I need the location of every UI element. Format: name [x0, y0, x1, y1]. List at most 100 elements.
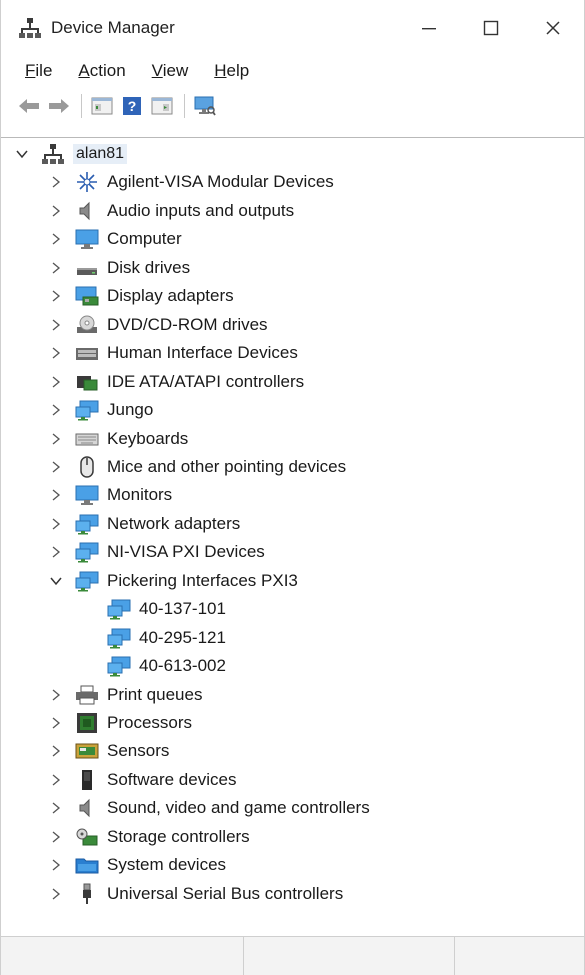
chevron-right-icon[interactable]: [49, 488, 63, 502]
tree-category-audio-inputs-and-outputs[interactable]: Audio inputs and outputs: [49, 197, 294, 225]
menu-action-label: ction: [89, 61, 126, 80]
tree-category-ide-ata-atapi-controllers[interactable]: IDE ATA/ATAPI controllers: [49, 368, 304, 396]
forward-arrow-icon: [49, 99, 69, 113]
chevron-right-icon[interactable]: [49, 887, 63, 901]
system-folder-icon: [75, 854, 99, 876]
hid-icon: [75, 342, 99, 364]
menu-file[interactable]: File: [23, 59, 54, 83]
tree-item-label: Sensors: [107, 741, 170, 761]
properties-icon: [91, 97, 113, 115]
tree-category-dvd-cd-rom-drives[interactable]: DVD/CD-ROM drives: [49, 311, 268, 339]
mouse-icon: [75, 456, 99, 478]
tree-device-40-137-101[interactable]: 40-137-101: [107, 595, 226, 623]
chevron-right-icon[interactable]: [49, 318, 63, 332]
display-adapter-icon: [75, 285, 99, 307]
device-tree: alan81 Agilent-VISA Modular Devices Audio …: [1, 137, 584, 937]
tree-category-jungo[interactable]: Jungo: [49, 396, 153, 424]
tree-category-mice-and-other-pointing-devices[interactable]: Mice and other pointing devices: [49, 453, 346, 481]
tree-category-network-adapters[interactable]: Network adapters: [49, 510, 240, 538]
back-button[interactable]: [17, 94, 41, 118]
tree-device-40-613-002[interactable]: 40-613-002: [107, 652, 226, 680]
device-manager-app-icon: [19, 18, 41, 38]
network-device-icon: [75, 541, 99, 563]
chevron-right-icon[interactable]: [49, 460, 63, 474]
tree-category-pickering-interfaces-pxi3[interactable]: Pickering Interfaces PXI3: [49, 567, 298, 595]
title-bar[interactable]: Device Manager: [1, 0, 584, 56]
software-device-icon: [75, 769, 99, 791]
update-driver-button[interactable]: [150, 94, 174, 118]
menu-help[interactable]: Help: [212, 59, 251, 83]
chevron-right-icon[interactable]: [49, 375, 63, 389]
tree-category-storage-controllers[interactable]: Storage controllers: [49, 823, 250, 851]
tree-item-label: Pickering Interfaces PXI3: [107, 570, 298, 590]
tree-item-label: Universal Serial Bus controllers: [107, 883, 344, 903]
chevron-right-icon[interactable]: [49, 346, 63, 360]
tree-category-sensors[interactable]: Sensors: [49, 737, 169, 765]
chevron-right-icon[interactable]: [49, 403, 63, 417]
menu-help-accel: H: [214, 61, 227, 80]
status-bar: [1, 936, 584, 975]
help-icon: ?: [123, 97, 141, 115]
tree-item-label: Human Interface Devices: [107, 343, 298, 363]
network-device-icon: [107, 627, 131, 649]
sensor-icon: [75, 740, 99, 762]
tree-item-label: Network adapters: [107, 513, 241, 533]
tree-category-monitors[interactable]: Monitors: [49, 481, 172, 509]
toolbar: ?: [1, 86, 584, 126]
network-device-icon: [107, 598, 131, 620]
monitor-icon: [75, 484, 99, 506]
tree-item-label: Jungo: [107, 400, 154, 420]
minimize-icon: [422, 28, 436, 30]
chevron-right-icon[interactable]: [49, 289, 63, 303]
chevron-right-icon[interactable]: [49, 830, 63, 844]
chevron-right-icon[interactable]: [49, 545, 63, 559]
computer-root-icon: [41, 143, 65, 165]
tree-category-human-interface-devices[interactable]: Human Interface Devices: [49, 339, 298, 367]
chevron-right-icon[interactable]: [49, 175, 63, 189]
svg-text:?: ?: [128, 98, 137, 114]
tree-item-label: System devices: [107, 855, 227, 875]
close-button[interactable]: [522, 0, 584, 56]
chevron-right-icon[interactable]: [49, 232, 63, 246]
tree-category-sound-video-and-game-controllers[interactable]: Sound, video and game controllers: [49, 794, 370, 822]
tree-category-disk-drives[interactable]: Disk drives: [49, 254, 190, 282]
chevron-right-icon[interactable]: [49, 858, 63, 872]
chevron-down-icon[interactable]: [49, 574, 63, 588]
monitor-icon: [75, 228, 99, 250]
chevron-right-icon[interactable]: [49, 204, 63, 218]
forward-button[interactable]: [47, 94, 71, 118]
tree-category-universal-serial-bus-controllers[interactable]: Universal Serial Bus controllers: [49, 880, 343, 908]
chevron-right-icon[interactable]: [49, 517, 63, 531]
tree-category-agilent-visa-modular-devices[interactable]: Agilent-VISA Modular Devices: [49, 168, 334, 196]
tree-category-software-devices[interactable]: Software devices: [49, 766, 236, 794]
chevron-right-icon[interactable]: [49, 773, 63, 787]
tree-category-display-adapters[interactable]: Display adapters: [49, 282, 234, 310]
chevron-down-icon[interactable]: [15, 147, 29, 161]
tree-device-40-295-121[interactable]: 40-295-121: [107, 624, 226, 652]
minimize-button[interactable]: [398, 0, 460, 56]
tree-category-keyboards[interactable]: Keyboards: [49, 425, 188, 453]
tree-root-computer[interactable]: alan81: [15, 140, 128, 168]
chevron-right-icon[interactable]: [49, 716, 63, 730]
tree-category-ni-visa-pxi-devices[interactable]: NI-VISA PXI Devices: [49, 538, 265, 566]
properties-button[interactable]: [90, 94, 114, 118]
keyboard-icon: [75, 428, 99, 450]
chevron-right-icon[interactable]: [49, 801, 63, 815]
chevron-right-icon[interactable]: [49, 744, 63, 758]
tree-category-computer[interactable]: Computer: [49, 225, 182, 253]
menu-action[interactable]: Action: [76, 59, 127, 83]
speaker-icon: [75, 797, 99, 819]
menu-view[interactable]: View: [150, 59, 191, 83]
chevron-right-icon[interactable]: [49, 261, 63, 275]
tree-category-processors[interactable]: Processors: [49, 709, 192, 737]
chevron-right-icon[interactable]: [49, 432, 63, 446]
tree-item-label: Display adapters: [107, 286, 234, 306]
scan-hardware-button[interactable]: [193, 94, 217, 118]
tree-item-label: 40-295-121: [139, 627, 226, 647]
tree-category-print-queues[interactable]: Print queues: [49, 681, 202, 709]
maximize-button[interactable]: [460, 0, 522, 56]
chevron-right-icon[interactable]: [49, 688, 63, 702]
tree-category-system-devices[interactable]: System devices: [49, 851, 226, 879]
help-button[interactable]: ?: [120, 94, 144, 118]
network-device-icon: [75, 570, 99, 592]
